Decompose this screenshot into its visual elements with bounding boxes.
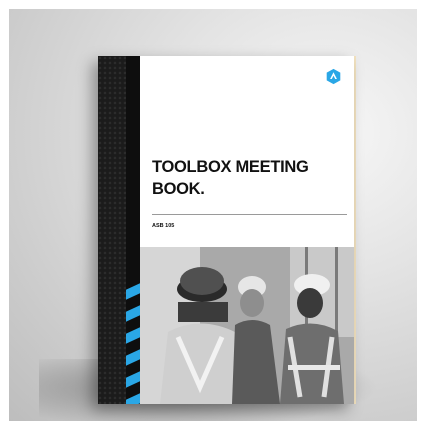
spine-pattern <box>98 56 126 404</box>
title-divider <box>152 214 347 215</box>
cover-title: TOOLBOX MEETING BOOK. <box>152 156 342 200</box>
brand-logo-icon <box>326 68 341 85</box>
title-line-2: BOOK. <box>152 180 205 198</box>
book-cover: TOOLBOX MEETING BOOK. ASB 105 <box>98 56 354 404</box>
title-line-1: TOOLBOX MEETING <box>152 158 309 176</box>
document-code: ASB 105 <box>152 223 175 229</box>
blue-stripes <box>126 278 140 404</box>
construction-workers-photo <box>140 247 354 404</box>
product-mockup: TOOLBOX MEETING BOOK. ASB 105 <box>9 9 417 421</box>
